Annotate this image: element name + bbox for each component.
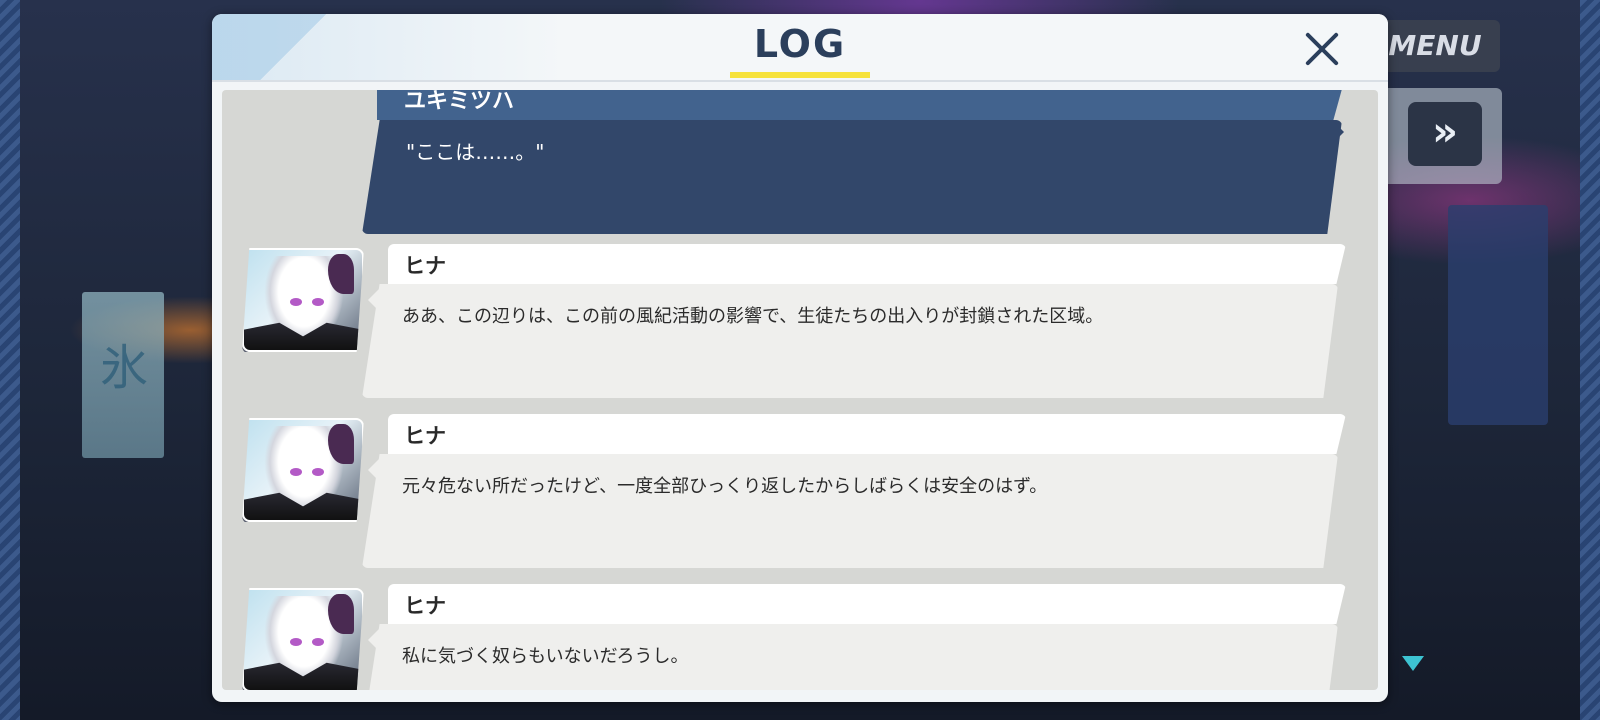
character-portrait	[242, 588, 364, 690]
speaker-name: ヒナ	[404, 424, 446, 448]
left-border-stripe	[0, 0, 20, 720]
speaker-name: ユキミツハ	[404, 90, 515, 114]
title-underline	[730, 72, 870, 78]
menu-button[interactable]: MENU	[1370, 20, 1500, 72]
log-entry[interactable]: ヒナ 私に気づく奴らもいないだろうし。	[222, 584, 1378, 690]
selected-pointer-icon	[1332, 120, 1344, 144]
advance-indicator-icon	[1402, 656, 1424, 671]
portrait-eye	[312, 638, 324, 646]
speaker-name: ヒナ	[404, 594, 446, 618]
right-border-stripe	[1580, 0, 1600, 720]
speaker-name: ヒナ	[404, 254, 446, 278]
portrait-eye	[290, 638, 302, 646]
speaker-tab	[388, 584, 1346, 624]
fast-forward-button[interactable]: »	[1408, 102, 1482, 166]
background-vending-machine	[1448, 205, 1548, 425]
character-portrait	[242, 248, 364, 352]
log-entry[interactable]: ヒナ 元々危ない所だったけど、一度全部ひっくり返したからしばらくは安全のはず。	[222, 414, 1378, 574]
bubble-pointer-icon	[368, 288, 380, 312]
log-title: LOG	[753, 22, 847, 66]
portrait-eye	[290, 298, 302, 306]
speaker-tab	[388, 414, 1346, 454]
portrait-eye	[312, 468, 324, 476]
log-window: LOG ユキミツハ "ここは……。" ヒナ ああ、この辺りは、この前の風紀活動の…	[212, 14, 1388, 702]
header-divider	[212, 80, 1388, 82]
portrait-eye	[290, 468, 302, 476]
dialogue-text: 私に気づく奴らもいないだろうし。	[402, 646, 689, 667]
portrait-eye	[312, 298, 324, 306]
log-header: LOG	[212, 14, 1388, 80]
speaker-bar	[377, 90, 1345, 120]
log-list[interactable]: ユキミツハ "ここは……。" ヒナ ああ、この辺りは、この前の風紀活動の影響で、…	[222, 90, 1378, 690]
dialogue-text: 元々危ない所だったけど、一度全部ひっくり返したからしばらくは安全のはず。	[402, 476, 1048, 497]
close-icon[interactable]	[1298, 24, 1346, 72]
dialogue-text: ああ、この辺りは、この前の風紀活動の影響で、生徒たちの出入りが封鎖された区域。	[402, 306, 1104, 327]
character-portrait	[242, 418, 364, 522]
bubble-pointer-icon	[368, 458, 380, 482]
speaker-tab	[388, 244, 1346, 284]
dialogue-text: "ここは……。"	[406, 140, 545, 164]
background-sign-glyph: 氷	[100, 340, 149, 396]
log-entry-selected[interactable]: ユキミツハ "ここは……。"	[222, 90, 1378, 234]
log-entry[interactable]: ヒナ ああ、この辺りは、この前の風紀活動の影響で、生徒たちの出入りが封鎖された区…	[222, 244, 1378, 404]
bubble-pointer-icon	[368, 628, 380, 652]
